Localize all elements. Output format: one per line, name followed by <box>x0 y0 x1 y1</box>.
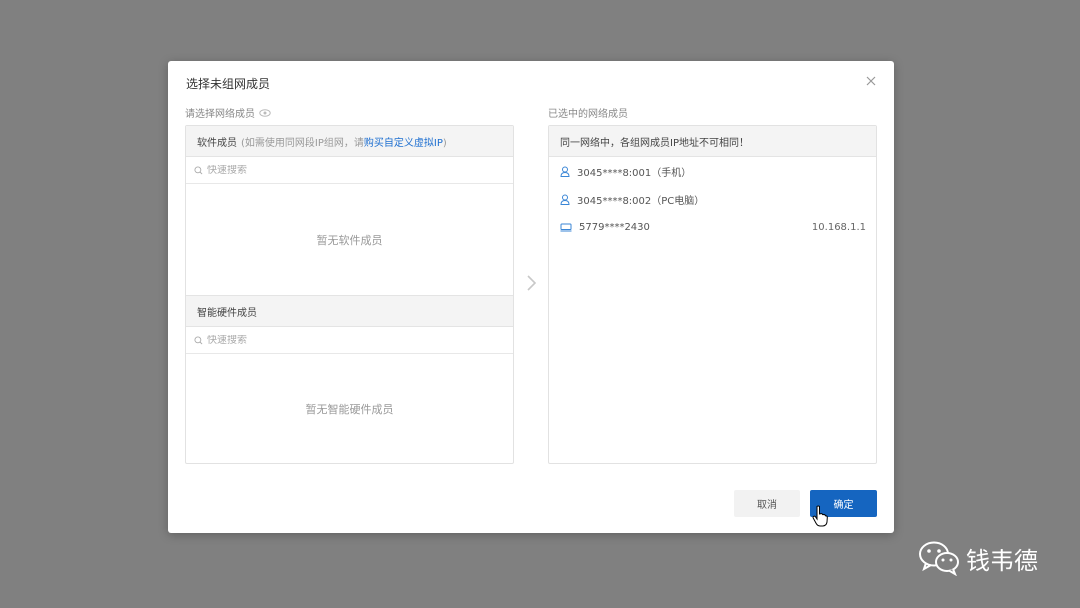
software-hint: (如需使用同网段IP组网，请购买自定义虚拟IP) <box>241 137 447 149</box>
dialog-title: 选择未组网成员 <box>186 77 271 91</box>
member-name: 5779****2430 <box>579 221 650 233</box>
hardware-empty-state: 暂无智能硬件成员 <box>305 403 394 416</box>
software-group-title: 软件成员 <box>197 137 237 149</box>
buy-virtual-ip-link[interactable]: 购买自定义虚拟IP <box>364 138 443 149</box>
search-icon <box>194 335 203 344</box>
eye-icon[interactable] <box>259 108 271 117</box>
ip-conflict-notice: 同一网络中，各组网成员IP地址不可相同！ <box>549 126 876 157</box>
left-section-label: 请选择网络成员 <box>185 105 271 120</box>
selected-member-list: 3045****8:001（手机） 3045****8:002（PC电脑） 57… <box>549 157 876 241</box>
software-empty-state: 暂无软件成员 <box>186 184 513 296</box>
hardware-group-title: 智能硬件成员 <box>197 307 257 319</box>
member-row[interactable]: 3045****8:002（PC电脑） <box>549 185 876 213</box>
watermark: 钱韦德 <box>918 540 1038 576</box>
hardware-search <box>186 327 513 354</box>
close-icon[interactable] <box>864 74 878 88</box>
member-name: 3045****8:002（PC电脑） <box>577 195 705 207</box>
device-icon <box>560 223 572 231</box>
chevron-right-icon[interactable] <box>524 274 538 292</box>
member-row[interactable]: 3045****8:001（手机） <box>549 157 876 185</box>
select-members-dialog: 选择未组网成员 请选择网络成员 已选中的网络成员 软件成员 (如需使用同网段IP… <box>168 61 894 533</box>
user-icon <box>560 166 570 177</box>
software-search-input[interactable] <box>207 164 487 176</box>
watermark-text: 钱韦德 <box>966 546 1038 575</box>
cancel-button[interactable]: 取消 <box>734 490 800 517</box>
search-icon <box>194 165 203 174</box>
hand-cursor-icon <box>812 505 828 527</box>
member-ip: 10.168.1.1 <box>811 221 866 233</box>
hardware-group-header: 智能硬件成员 <box>186 296 513 327</box>
member-name: 3045****8:001（手机） <box>577 167 692 179</box>
selected-members-panel: 同一网络中，各组网成员IP地址不可相同！ 3045****8:001（手机） 3… <box>548 125 877 464</box>
member-row[interactable]: 5779****2430 10.168.1.1 <box>549 213 876 241</box>
wechat-icon <box>919 541 959 576</box>
software-group-header: 软件成员 (如需使用同网段IP组网，请购买自定义虚拟IP) <box>186 126 513 157</box>
user-icon <box>560 194 570 205</box>
available-members-panel: 软件成员 (如需使用同网段IP组网，请购买自定义虚拟IP) 暂无软件成员 智能硬… <box>185 125 514 464</box>
right-section-label: 已选中的网络成员 <box>548 109 628 120</box>
hardware-search-input[interactable] <box>207 334 487 346</box>
software-search <box>186 157 513 184</box>
